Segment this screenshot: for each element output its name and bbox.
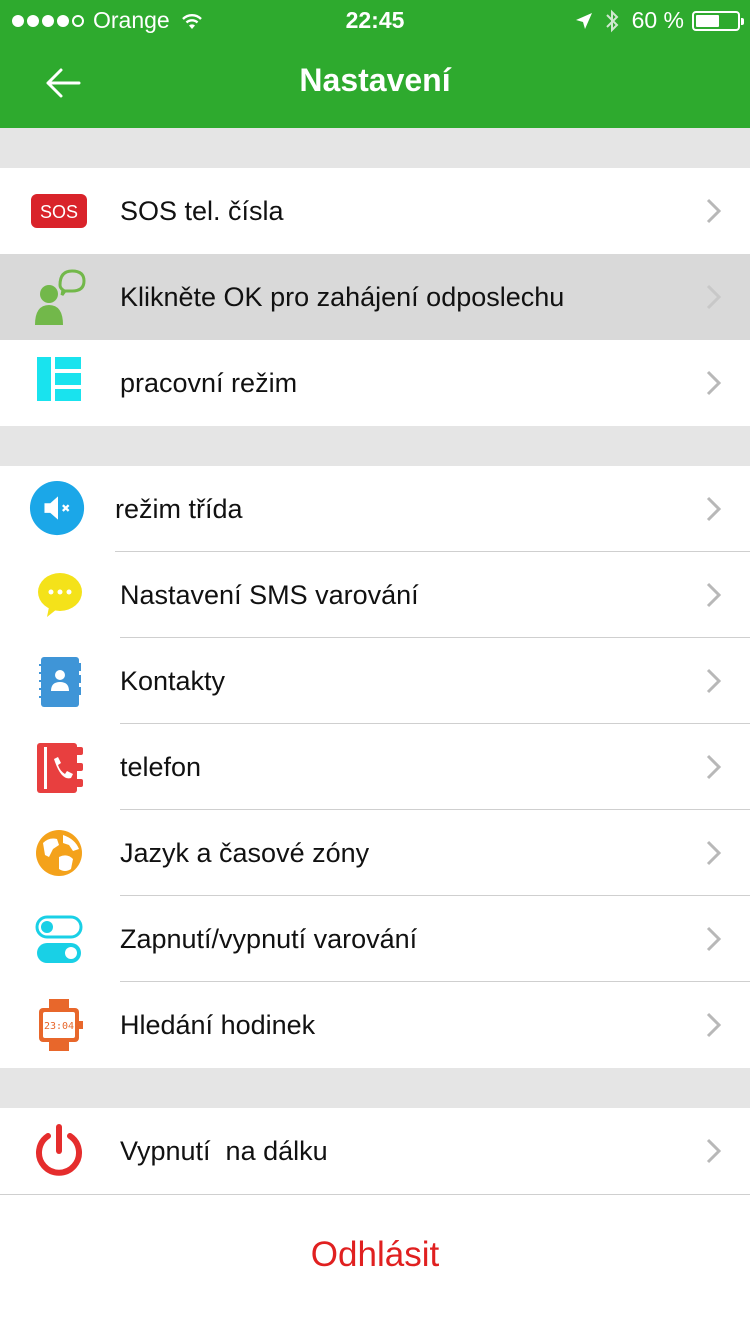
logout-button[interactable]: Odhlásit (0, 1195, 750, 1315)
chevron-right-icon (706, 198, 722, 224)
chevron-right-icon (706, 840, 722, 866)
menu-item-label: Hledání hodinek (120, 1010, 316, 1040)
menu-item-sos[interactable]: SOS SOS tel. čísla (0, 168, 750, 254)
menu-item-label: Zapnutí/vypnutí varování (120, 924, 418, 954)
menu-item-phone[interactable]: telefon (0, 724, 750, 810)
chevron-right-icon (706, 754, 722, 780)
power-icon (36, 1124, 82, 1176)
chevron-right-icon (706, 284, 722, 310)
chevron-right-icon (706, 1138, 722, 1164)
app-header: Orange 22:45 60 % Nastavení (0, 0, 750, 128)
menu-item-sms-alert[interactable]: Nastavení SMS varování (0, 552, 750, 638)
menu-item-remote-shutdown[interactable]: Vypnutí na dálku (0, 1108, 750, 1194)
location-arrow-icon (575, 12, 592, 29)
bluetooth-icon (605, 9, 618, 32)
menu-item-label: pracovní režim (120, 368, 298, 398)
menu-item-label: Kontakty (120, 666, 226, 696)
menu-item-find-watch[interactable]: 23:04 Hledání hodinek (0, 982, 750, 1068)
menu-item-work-mode[interactable]: pracovní režim (0, 340, 750, 426)
phone-book-icon (37, 743, 83, 793)
menu-item-label: Klikněte OK pro zahájení odposlechu (120, 282, 565, 312)
chevron-right-icon (706, 668, 722, 694)
svg-text:23:04: 23:04 (44, 1021, 74, 1032)
menu-item-listen[interactable]: Klikněte OK pro zahájení odposlechu (0, 254, 750, 340)
battery-percent: 60 % (631, 7, 684, 33)
menu-item-class-mode[interactable]: režim třída (0, 466, 750, 552)
menu-item-label: režim třída (115, 494, 243, 524)
work-mode-icon (37, 357, 81, 401)
menu-item-label: Vypnutí na dálku (120, 1136, 328, 1166)
chevron-right-icon (706, 582, 722, 608)
menu-item-label: Jazyk a časové zóny (120, 838, 370, 868)
contacts-book-icon (39, 657, 81, 707)
listen-icon (35, 269, 86, 325)
status-bar: Orange 22:45 60 % (0, 0, 750, 40)
menu-item-label: telefon (120, 752, 202, 782)
chevron-right-icon (706, 370, 722, 396)
globe-icon (36, 830, 82, 876)
toggle-icon (35, 915, 83, 963)
section-gap (0, 1068, 750, 1108)
menu-item-label: Nastavení SMS varování (120, 580, 419, 610)
sos-icon: SOS (31, 194, 87, 228)
chevron-right-icon (706, 1012, 722, 1038)
chevron-right-icon (706, 496, 722, 522)
mute-icon (29, 480, 85, 536)
svg-text:SOS: SOS (40, 202, 78, 222)
battery-icon (692, 10, 744, 31)
menu-item-contacts[interactable]: Kontakty (0, 638, 750, 724)
menu-item-label: SOS tel. čísla (120, 196, 284, 226)
section-gap (0, 128, 750, 168)
sms-bubble-icon (38, 573, 82, 617)
page-title: Nastavení (299, 62, 451, 98)
section-gap (0, 426, 750, 466)
menu-item-alert-toggle[interactable]: Zapnutí/vypnutí varování (0, 896, 750, 982)
watch-icon: 23:04 (39, 999, 83, 1051)
menu-item-language[interactable]: Jazyk a časové zóny (0, 810, 750, 896)
chevron-right-icon (706, 926, 722, 952)
